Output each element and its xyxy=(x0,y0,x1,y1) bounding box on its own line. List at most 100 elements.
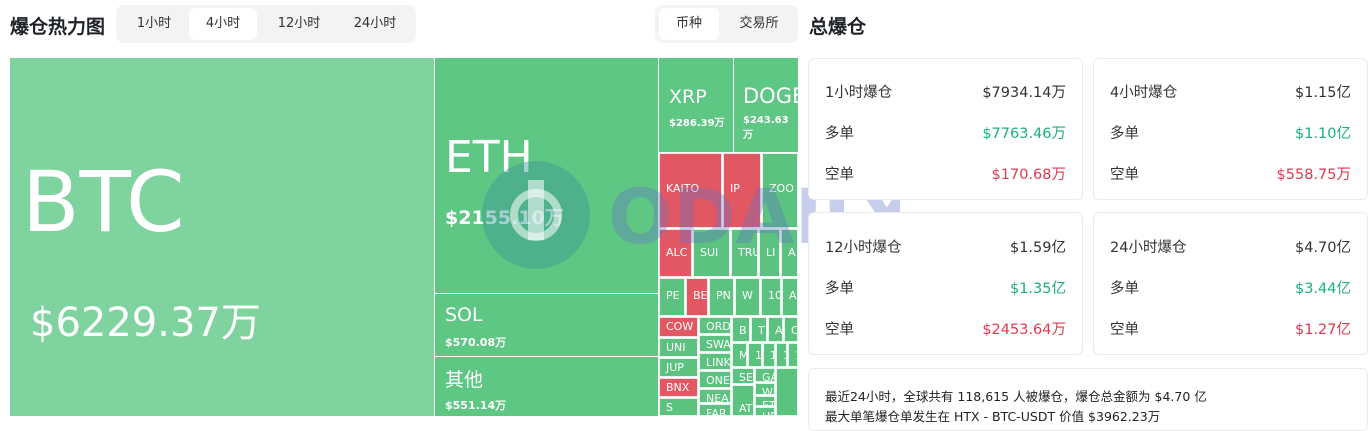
tile-small-coin[interactable]: COW xyxy=(659,317,698,337)
tile-small-coin[interactable]: BNX xyxy=(659,378,698,397)
tile-btc-amount: $6229.37万 xyxy=(30,300,261,346)
total-card-1h: 1小时爆仓 $7934.14万 多单 $7763.46万 空单 $170.68万 xyxy=(808,58,1083,200)
tile-other[interactable]: 其他 $551.14万 xyxy=(435,357,658,416)
tile-small-coin[interactable]: 1 xyxy=(748,343,762,367)
tile-sol[interactable]: SOL $570.08万 xyxy=(435,294,658,356)
summary-line-1: 最近24小时，全球共有 118,615 人被爆仓，爆仓总金额为 $4.70 亿 xyxy=(825,389,1207,404)
long-label: 多单 xyxy=(825,281,854,297)
tile-small-coin[interactable] xyxy=(776,368,798,416)
timeframe-1h-button[interactable]: 1小时 xyxy=(120,8,188,40)
card-label: 4小时爆仓 xyxy=(1110,85,1178,101)
liquidation-treemap: BTC $6229.37万 ETH $2155.10万 SOL $570.08万… xyxy=(10,58,798,416)
tile-doge-symbol: DOGE xyxy=(743,84,798,108)
total-card-4h: 4小时爆仓 $1.15亿 多单 $1.10亿 空单 $558.75万 xyxy=(1093,58,1368,200)
tile-small-coin[interactable]: ORD xyxy=(699,317,731,334)
tile-small-coin[interactable]: KAITO xyxy=(659,153,722,228)
tile-small-coin[interactable]: ALC xyxy=(659,229,692,277)
tile-small-coin[interactable]: NEA xyxy=(699,389,731,403)
tile-small-coin[interactable]: 10 xyxy=(761,278,781,316)
tile-btc-symbol: BTC xyxy=(22,153,185,251)
short-value: $1.27亿 xyxy=(1294,322,1351,338)
tile-small-coin[interactable]: ONE xyxy=(699,371,731,388)
total-card-24h: 24小时爆仓 $4.70亿 多单 $3.44亿 空单 $1.27亿 xyxy=(1093,212,1368,355)
tile-small-coin[interactable]: IP xyxy=(723,153,761,228)
card-total: $7934.14万 xyxy=(982,85,1066,101)
liquidation-summary: 最近24小时，全球共有 118,615 人被爆仓，爆仓总金额为 $4.70 亿 … xyxy=(808,368,1368,431)
card-total: $1.59亿 xyxy=(1009,240,1066,256)
tile-small-coin[interactable]: BE xyxy=(686,278,708,316)
tile-small-coin[interactable]: A xyxy=(768,317,783,342)
tile-small-coin[interactable]: AA xyxy=(782,278,798,316)
tile-small-coin[interactable]: FAR xyxy=(699,404,731,416)
short-value: $2453.64万 xyxy=(982,322,1066,338)
timeframe-24h-button[interactable]: 24小时 xyxy=(338,8,412,40)
tile-small-coin[interactable]: UNI xyxy=(659,338,698,357)
short-value: $558.75万 xyxy=(1276,167,1351,183)
tile-eth-amount: $2155.10万 xyxy=(445,207,564,229)
timeframe-12h-button[interactable]: 12小时 xyxy=(262,8,336,40)
tile-small-coin[interactable]: B xyxy=(732,317,750,342)
tile-eth[interactable]: ETH $2155.10万 xyxy=(435,58,658,293)
tile-small-coin[interactable]: JUP xyxy=(659,358,698,377)
tile-small-coin[interactable]: W xyxy=(735,278,760,316)
tile-small-coin[interactable]: LI xyxy=(759,229,780,277)
tile-small-coin[interactable]: S xyxy=(659,398,698,416)
tile-small-coin[interactable]: HE xyxy=(755,407,775,416)
summary-line-2: 最大单笔爆仓单发生在 HTX - BTC-USDT 价值 $3962.23万 xyxy=(825,409,1161,424)
tile-btc[interactable]: BTC $6229.37万 xyxy=(10,58,434,416)
tile-xrp-symbol: XRP xyxy=(669,86,707,108)
long-value: $1.10亿 xyxy=(1294,126,1351,142)
long-label: 多单 xyxy=(1110,126,1139,142)
total-liquidation-title: 总爆仓 xyxy=(809,16,867,38)
total-card-12h: 12小时爆仓 $1.59亿 多单 $1.35亿 空单 $2453.64万 xyxy=(808,212,1083,355)
page-title: 爆仓热力图 xyxy=(10,16,106,38)
tile-xrp-amount: $286.39万 xyxy=(669,118,725,129)
card-label: 24小时爆仓 xyxy=(1110,240,1187,256)
short-label: 空单 xyxy=(825,167,854,183)
tile-small-coin[interactable]: SUI xyxy=(693,229,730,277)
tile-other-amount: $551.14万 xyxy=(445,399,507,412)
long-value: $1.35亿 xyxy=(1009,281,1066,297)
timeframe-selector: 1小时 4小时 12小时 24小时 xyxy=(116,5,416,43)
tile-xrp[interactable]: XRP $286.39万 xyxy=(659,58,733,152)
tile-small-coin[interactable]: ZOO xyxy=(762,153,798,228)
short-value: $170.68万 xyxy=(991,167,1066,183)
card-total: $1.15亿 xyxy=(1294,85,1351,101)
tile-small-coin[interactable]: C xyxy=(784,317,798,342)
tile-small-coin[interactable]: LINK xyxy=(699,353,731,370)
tile-small-coin[interactable]: PN xyxy=(709,278,734,316)
tile-small-coin[interactable]: AT xyxy=(732,385,754,416)
card-total: $4.70亿 xyxy=(1294,240,1351,256)
short-label: 空单 xyxy=(1110,167,1139,183)
long-value: $3.44亿 xyxy=(1294,281,1351,297)
view-coin-tab[interactable]: 币种 xyxy=(659,8,719,40)
tile-small-coin[interactable]: ET xyxy=(755,396,775,406)
tile-small-coin[interactable]: TRU xyxy=(731,229,758,277)
tile-small-coin[interactable]: GA xyxy=(755,368,775,382)
tile-small-coin[interactable]: SWA xyxy=(699,335,731,352)
tile-doge-amount: $243.63万 xyxy=(743,115,789,141)
long-label: 多单 xyxy=(1110,281,1139,297)
view-exchange-tab[interactable]: 交易所 xyxy=(723,8,795,40)
tile-small-coin[interactable]: 1 xyxy=(763,343,775,367)
timeframe-4h-button[interactable]: 4小时 xyxy=(189,8,257,40)
tile-small-coin[interactable]: SE xyxy=(732,368,754,384)
view-toggle: 币种 交易所 xyxy=(655,5,798,43)
tile-small-coin[interactable]: PE xyxy=(659,278,685,316)
tile-small-coin[interactable]: A xyxy=(781,229,798,277)
tile-small-coin[interactable]: 1 xyxy=(776,343,787,367)
card-label: 12小时爆仓 xyxy=(825,240,902,256)
tile-sol-amount: $570.08万 xyxy=(445,336,507,349)
tile-other-symbol: 其他 xyxy=(445,369,484,391)
tile-eth-symbol: ETH xyxy=(445,132,533,183)
long-label: 多单 xyxy=(825,126,854,142)
tile-small-coin[interactable]: M xyxy=(732,343,747,367)
long-value: $7763.46万 xyxy=(982,126,1066,142)
short-label: 空单 xyxy=(1110,322,1139,338)
tile-small-coin[interactable]: WL xyxy=(755,383,775,395)
tile-small-coin[interactable]: T xyxy=(751,317,767,342)
short-label: 空单 xyxy=(825,322,854,338)
tile-small-coin[interactable]: 1 xyxy=(788,343,798,367)
tile-doge[interactable]: DOGE $243.63万 xyxy=(734,58,798,152)
card-label: 1小时爆仓 xyxy=(825,85,893,101)
